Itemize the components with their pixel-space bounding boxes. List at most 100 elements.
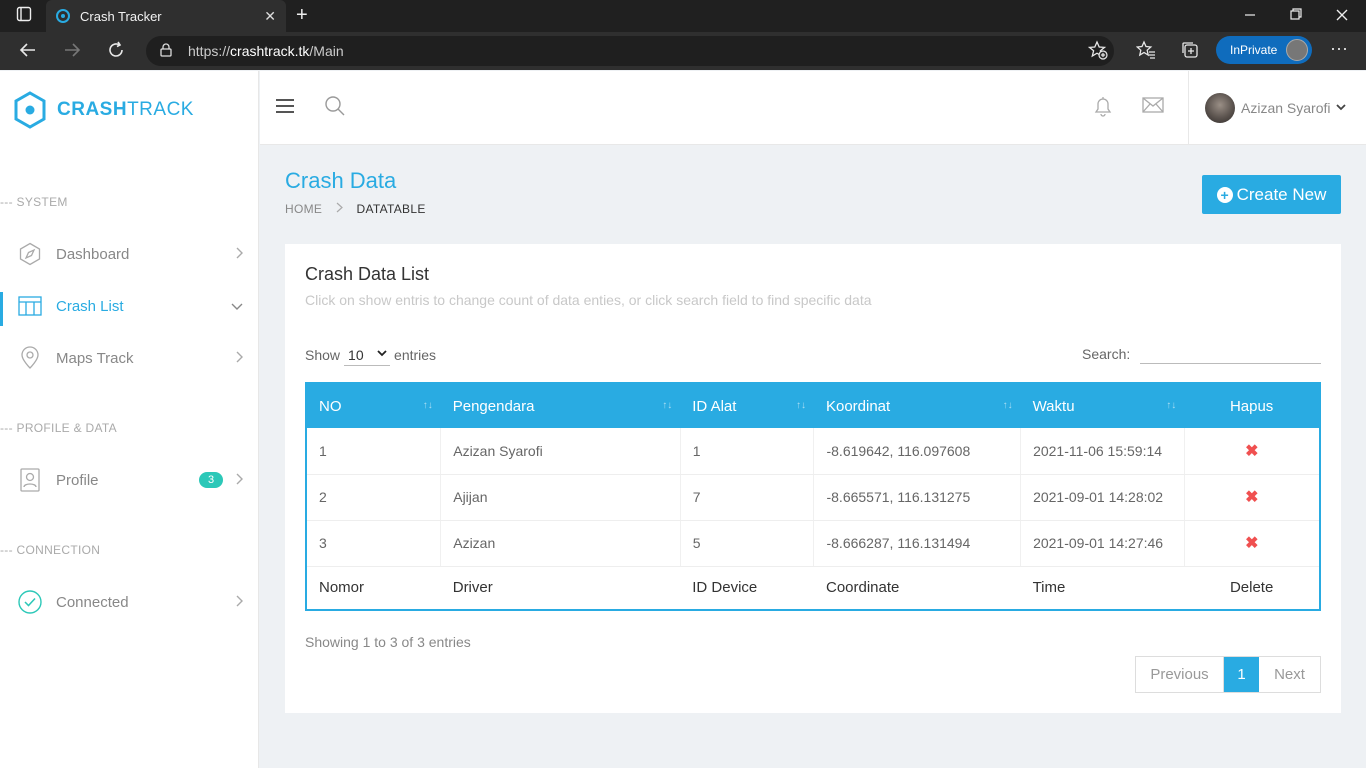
tab-close-icon[interactable]: ✕ (264, 8, 276, 25)
back-icon[interactable] (18, 40, 38, 65)
breadcrumb-home[interactable]: HOME (285, 202, 322, 216)
sidebar-item-crash-list[interactable]: Crash List (0, 284, 259, 328)
tab-title: Crash Tracker (80, 8, 162, 24)
cell-no: 1 (306, 428, 442, 475)
delete-icon[interactable]: ✖ (1245, 535, 1258, 552)
breadcrumb-current: DATATABLE (356, 202, 426, 216)
profile-avatar-icon (1286, 39, 1308, 61)
sidebar-item-label: Crash List (56, 297, 124, 315)
profile-card-icon (20, 468, 40, 492)
hamburger-menu-icon[interactable] (276, 99, 294, 113)
pagination-previous-button[interactable]: Previous (1136, 657, 1224, 692)
user-menu[interactable]: Azizan Syarofi (1188, 71, 1366, 145)
logo-hexagon-icon (14, 91, 46, 129)
notification-count-badge: 3 (199, 472, 223, 488)
column-header-pengendara[interactable]: Pengendara ↑↓ (440, 383, 681, 428)
column-header-waktu[interactable]: Waktu ↑↓ (1020, 383, 1185, 428)
logo-text-light: TRACK (127, 99, 194, 120)
compass-icon (19, 242, 41, 266)
delete-icon[interactable]: ✖ (1245, 443, 1258, 460)
collections-icon[interactable] (1180, 40, 1200, 65)
cell-waktu: 2021-11-06 15:59:14 (1020, 428, 1185, 475)
table-info: Showing 1 to 3 of 3 entries (305, 634, 471, 650)
top-header: Azizan Syarofi (260, 71, 1366, 145)
table-header-row: NO ↑↓ Pengendara ↑↓ ID Alat ↑↓ Koordinat ↑↓ … (306, 383, 1320, 428)
create-new-button[interactable]: + Create New (1202, 175, 1341, 214)
crash-data-card: Crash Data List Click on show entris to … (285, 244, 1341, 713)
footer-time: Time (1032, 579, 1066, 597)
section-system-label: --- SYSTEM (0, 195, 68, 209)
browser-tab[interactable]: Crash Tracker ✕ (46, 0, 286, 32)
table-icon (18, 296, 42, 316)
entries-select-value: 10 (348, 346, 364, 363)
sidebar-item-dashboard[interactable]: Dashboard (0, 232, 259, 276)
pagination-page-1[interactable]: 1 (1224, 657, 1259, 692)
column-header-id-alat[interactable]: ID Alat ↑↓ (680, 383, 814, 428)
cell-koordinat: -8.666287, 116.131494 (813, 520, 1022, 567)
add-favorite-icon[interactable] (1087, 40, 1108, 65)
refresh-icon[interactable] (106, 40, 126, 65)
pagination: Previous 1 Next (1135, 656, 1321, 693)
mail-icon[interactable] (1142, 97, 1164, 118)
entries-length-control: Show 10 entries (305, 344, 436, 366)
bell-icon[interactable] (1092, 95, 1114, 122)
delete-icon[interactable]: ✖ (1245, 489, 1258, 506)
cell-no: 2 (306, 474, 442, 521)
entries-select[interactable]: 10 (344, 344, 391, 366)
sidebar-item-profile[interactable]: Profile 3 (0, 458, 259, 502)
forward-icon[interactable] (62, 40, 82, 65)
cell-waktu: 2021-09-01 14:27:46 (1020, 520, 1185, 567)
tab-actions-icon[interactable] (16, 6, 32, 27)
inprivate-button[interactable]: InPrivate (1216, 36, 1312, 64)
table-row: 3 Azizan 5 -8.666287, 116.131494 2021-09… (306, 520, 1321, 567)
sidebar-item-label: Dashboard (56, 245, 130, 263)
lock-icon (160, 43, 172, 57)
chevron-right-icon (235, 473, 243, 488)
section-connection-label: --- CONNECTION (0, 543, 101, 557)
url-path: /Main (309, 43, 344, 59)
user-name: Azizan Syarofi (1241, 100, 1331, 116)
table-search-input[interactable] (1140, 342, 1321, 364)
chevron-right-icon (235, 247, 243, 262)
create-new-label: Create New (1236, 184, 1327, 204)
cell-hapus: ✖ (1184, 520, 1321, 567)
sort-icon: ↑↓ (1002, 400, 1013, 411)
sidebar: CRASHTRACK --- SYSTEM Dashboard Crash Li… (0, 71, 259, 768)
address-bar[interactable]: https://crashtrack.tk/Main (146, 36, 1114, 66)
new-tab-icon[interactable]: + (296, 4, 308, 27)
chevron-right-icon (336, 202, 347, 216)
avatar (1205, 93, 1235, 123)
cell-pengendara: Azizan Syarofi (440, 428, 681, 475)
favorites-icon[interactable] (1135, 40, 1156, 65)
sidebar-item-maps-track[interactable]: Maps Track (0, 336, 259, 380)
app-logo[interactable]: CRASHTRACK (13, 91, 194, 129)
footer-id-device: ID Device (692, 579, 758, 597)
footer-coordinate: Coordinate (825, 579, 900, 597)
url-host: crashtrack.tk (230, 43, 310, 59)
cell-id-alat: 5 (680, 520, 815, 567)
search-icon[interactable] (324, 95, 346, 122)
crash-data-table: NO ↑↓ Pengendara ↑↓ ID Alat ↑↓ Koordinat ↑↓ … (305, 382, 1321, 611)
cell-id-alat: 7 (680, 474, 815, 521)
browser-tab-bar: Crash Tracker ✕ + (0, 0, 1366, 32)
breadcrumb: HOME DATATABLE (285, 202, 426, 216)
column-header-koordinat[interactable]: Koordinat ↑↓ (813, 383, 1021, 428)
browser-toolbar: https://crashtrack.tk/Main InPrivate ··· (0, 32, 1366, 70)
table-footer-row: Nomor Driver ID Device Coordinate Time D… (306, 566, 1320, 610)
sidebar-item-label: Connected (56, 593, 129, 611)
restore-icon[interactable] (1290, 6, 1302, 27)
column-header-no[interactable]: NO ↑↓ (306, 383, 441, 428)
pagination-next-button[interactable]: Next (1259, 657, 1320, 692)
close-window-icon[interactable] (1336, 6, 1348, 27)
more-menu-icon[interactable]: ··· (1330, 38, 1348, 59)
chevron-down-icon (1336, 102, 1347, 114)
sort-icon: ↑↓ (795, 400, 806, 411)
minimize-icon[interactable] (1244, 6, 1256, 27)
map-pin-icon (21, 346, 39, 369)
sidebar-item-connected[interactable]: Connected (0, 580, 259, 624)
check-circle-icon (18, 590, 42, 614)
footer-delete: Delete (1229, 579, 1274, 597)
logo-text-bold: CRASH (57, 99, 128, 120)
footer-driver: Driver (452, 579, 493, 597)
chevron-down-icon (231, 299, 243, 313)
